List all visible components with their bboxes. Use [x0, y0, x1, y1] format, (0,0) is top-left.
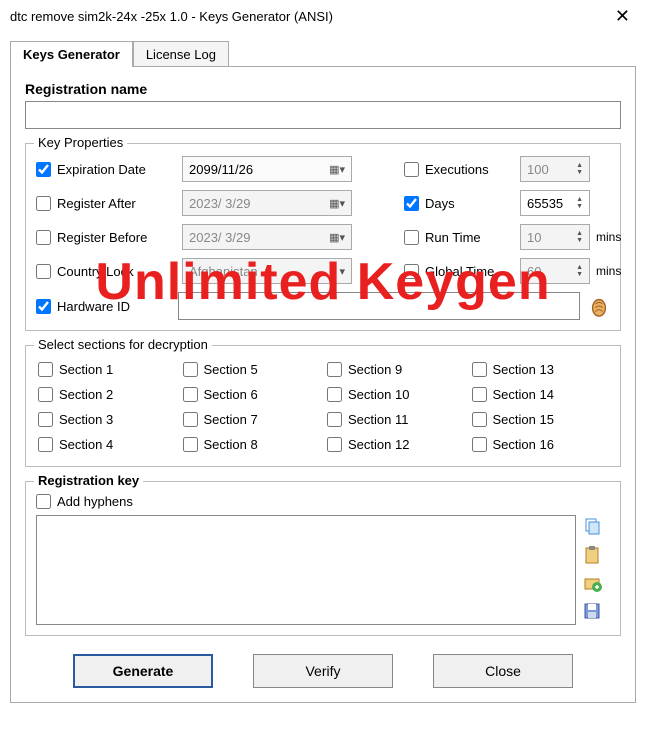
spinner-icon: ▲▼	[576, 230, 583, 244]
verify-button[interactable]: Verify	[253, 654, 393, 688]
registration-key-legend: Registration key	[34, 473, 143, 488]
section-6-checkbox[interactable]: Section 6	[183, 387, 320, 402]
runtime-unit: mins	[596, 230, 636, 244]
register-after-checkbox[interactable]: Register After	[36, 196, 176, 211]
runtime-checkbox[interactable]: Run Time	[404, 230, 514, 245]
global-time-unit: mins	[596, 264, 636, 278]
open-icon[interactable]	[582, 573, 602, 593]
key-properties-legend: Key Properties	[34, 135, 127, 150]
spinner-icon: ▲▼	[576, 196, 583, 210]
section-15-checkbox[interactable]: Section 15	[472, 412, 609, 427]
window-title: dtc remove sim2k-24x -25x 1.0 - Keys Gen…	[10, 9, 333, 24]
country-lock-combo[interactable]: Afghanistan▾	[182, 258, 352, 284]
days-input[interactable]: 65535▲▼	[520, 190, 590, 216]
registration-name-label: Registration name	[25, 81, 621, 97]
section-5-checkbox[interactable]: Section 5	[183, 362, 320, 377]
global-time-checkbox[interactable]: Global Time	[404, 264, 514, 279]
calendar-icon: ▦▾	[329, 163, 345, 176]
runtime-input[interactable]: 10▲▼	[520, 224, 590, 250]
global-time-input[interactable]: 60▲▼	[520, 258, 590, 284]
section-9-checkbox[interactable]: Section 9	[327, 362, 464, 377]
close-button[interactable]: Close	[433, 654, 573, 688]
tab-keys-generator[interactable]: Keys Generator	[10, 41, 133, 67]
section-7-checkbox[interactable]: Section 7	[183, 412, 320, 427]
spinner-icon: ▲▼	[576, 264, 583, 278]
calendar-icon: ▦▾	[329, 197, 345, 210]
section-3-checkbox[interactable]: Section 3	[38, 412, 175, 427]
section-16-checkbox[interactable]: Section 16	[472, 437, 609, 452]
add-hyphens-checkbox[interactable]: Add hyphens	[36, 494, 610, 509]
section-14-checkbox[interactable]: Section 14	[472, 387, 609, 402]
section-4-checkbox[interactable]: Section 4	[38, 437, 175, 452]
copy-icon[interactable]	[582, 517, 602, 537]
calendar-icon: ▦▾	[329, 231, 345, 244]
save-icon[interactable]	[582, 601, 602, 621]
close-icon[interactable]: ✕	[609, 6, 636, 27]
section-12-checkbox[interactable]: Section 12	[327, 437, 464, 452]
expiration-date-input[interactable]: 2099/11/26▦▾	[182, 156, 352, 182]
executions-input[interactable]: 100▲▼	[520, 156, 590, 182]
sections-legend: Select sections for decryption	[34, 337, 212, 352]
spinner-icon: ▲▼	[576, 162, 583, 176]
section-2-checkbox[interactable]: Section 2	[38, 387, 175, 402]
section-10-checkbox[interactable]: Section 10	[327, 387, 464, 402]
days-checkbox[interactable]: Days	[404, 196, 514, 211]
generate-button[interactable]: Generate	[73, 654, 213, 688]
executions-checkbox[interactable]: Executions	[404, 162, 514, 177]
paste-icon[interactable]	[582, 545, 602, 565]
expiration-date-checkbox[interactable]: Expiration Date	[36, 162, 176, 177]
section-11-checkbox[interactable]: Section 11	[327, 412, 464, 427]
hardware-id-checkbox[interactable]: Hardware ID	[36, 299, 170, 314]
section-13-checkbox[interactable]: Section 13	[472, 362, 609, 377]
register-before-input[interactable]: 2023/ 3/29▦▾	[182, 224, 352, 250]
tab-license-log[interactable]: License Log	[133, 41, 229, 67]
section-8-checkbox[interactable]: Section 8	[183, 437, 320, 452]
registration-key-textarea[interactable]	[36, 515, 576, 625]
register-before-checkbox[interactable]: Register Before	[36, 230, 176, 245]
chevron-down-icon: ▾	[339, 265, 345, 278]
hardware-id-input[interactable]	[178, 292, 580, 320]
register-after-input[interactable]: 2023/ 3/29▦▾	[182, 190, 352, 216]
country-lock-checkbox[interactable]: Country Lock	[36, 264, 176, 279]
registration-name-input[interactable]	[25, 101, 621, 129]
fingerprint-icon[interactable]	[588, 295, 610, 317]
section-1-checkbox[interactable]: Section 1	[38, 362, 175, 377]
